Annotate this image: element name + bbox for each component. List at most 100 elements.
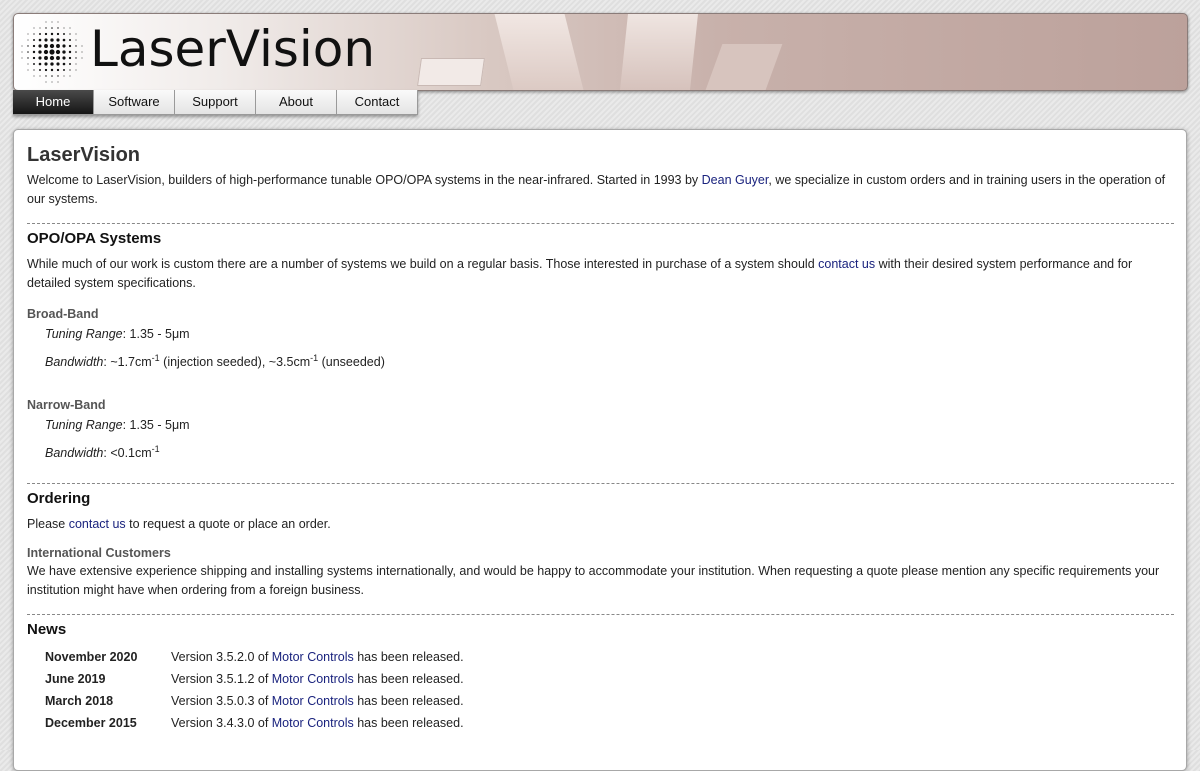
news-text-end: has been released. bbox=[353, 694, 464, 709]
narrowband-tuning: Tuning Range: 1.35 - 5μm bbox=[45, 416, 1174, 435]
main-nav: Home Software Support About Contact bbox=[13, 90, 418, 115]
logo-dot bbox=[75, 69, 77, 71]
nav-home[interactable]: Home bbox=[13, 90, 94, 115]
news-item: November 2020 Version 3.5.2.0 of Motor Co… bbox=[45, 646, 1174, 668]
content-panel: LaserVision Welcome to LaserVision, buil… bbox=[13, 129, 1187, 771]
logo-dot bbox=[56, 68, 60, 72]
logo-dot bbox=[62, 62, 66, 66]
news-date: December 2015 bbox=[45, 716, 137, 731]
tuning-value: : 1.35 - 5μm bbox=[122, 327, 190, 341]
motor-controls-link[interactable]: Motor Controls bbox=[272, 650, 354, 664]
logo-dot bbox=[21, 51, 23, 53]
logo-dot bbox=[49, 43, 55, 49]
logo-dot bbox=[51, 81, 53, 83]
dean-guyer-link[interactable]: Dean Guyer bbox=[702, 173, 769, 187]
logo-dot bbox=[81, 51, 83, 53]
motor-controls-link[interactable]: Motor Controls bbox=[272, 694, 354, 708]
bandwidth-value-1: : <0.1cm bbox=[103, 446, 152, 461]
news-item: March 2018 Version 3.5.0.3 of Motor Contr… bbox=[45, 690, 1174, 712]
logo-dot bbox=[69, 69, 71, 71]
logo-dot bbox=[43, 49, 49, 55]
ordering-heading: Ordering bbox=[27, 490, 91, 508]
news-text-end: has been released. bbox=[353, 672, 464, 687]
logo-dot bbox=[75, 45, 77, 47]
logo-dot bbox=[44, 32, 48, 36]
news-item: June 2019 Version 3.5.1.2 of Motor Contro… bbox=[45, 668, 1174, 690]
systems-text: While much of our work is custom there a… bbox=[27, 255, 1174, 293]
logo-dot bbox=[57, 75, 59, 77]
logo-dot bbox=[39, 75, 41, 77]
logo-dot bbox=[69, 33, 71, 35]
logo-dot bbox=[75, 51, 77, 53]
logo-dot bbox=[62, 44, 66, 48]
banner-crystal-4 bbox=[705, 44, 783, 90]
logo-dot bbox=[32, 50, 36, 54]
logo-dot bbox=[51, 21, 53, 23]
ordering-contact-link[interactable]: contact us bbox=[69, 517, 126, 531]
nav-about[interactable]: About bbox=[256, 90, 337, 115]
logo-dot bbox=[38, 44, 42, 48]
logo-dot bbox=[56, 62, 60, 66]
logo-dot bbox=[50, 38, 54, 42]
logo-dot bbox=[55, 49, 61, 55]
bandwidth-value-2: (injection seeded), ~3.5cm bbox=[159, 355, 311, 370]
logo-dot bbox=[75, 39, 77, 41]
logo-dot bbox=[33, 33, 35, 35]
bandwidth-value-3: (unseeded) bbox=[318, 355, 385, 370]
tuning-value: : 1.35 - 5μm bbox=[122, 418, 190, 433]
logo-dot bbox=[44, 56, 48, 60]
news-text-start: Version 3.5.0.3 of bbox=[171, 694, 272, 709]
nav-software[interactable]: Software bbox=[94, 90, 175, 115]
narrowband-bandwidth: Bandwidth: <0.1cm-1 bbox=[45, 440, 1174, 463]
logo-dot bbox=[21, 57, 23, 59]
logo-dot bbox=[50, 68, 54, 72]
systems-contact-link[interactable]: contact us bbox=[818, 257, 875, 271]
logo-dot bbox=[62, 38, 66, 42]
logo-dot bbox=[32, 56, 36, 60]
logo-dot bbox=[63, 27, 65, 29]
logo-dot bbox=[32, 44, 36, 48]
logo-dot bbox=[75, 33, 77, 35]
logo-dot bbox=[38, 56, 42, 60]
motor-controls-link[interactable]: Motor Controls bbox=[272, 716, 354, 730]
nav-support[interactable]: Support bbox=[175, 90, 256, 115]
logo-dot bbox=[69, 27, 71, 29]
brand-name: LaserVision bbox=[90, 20, 376, 78]
international-text: We have extensive experience shipping an… bbox=[27, 564, 1160, 598]
systems-heading: OPO/OPA Systems bbox=[27, 230, 162, 247]
logo-dot bbox=[33, 39, 35, 41]
logo-dot bbox=[50, 62, 54, 66]
intro-text: Welcome to LaserVision, builders of high… bbox=[27, 171, 1174, 209]
ordering-text-end: to request a quote or place an order. bbox=[125, 517, 331, 532]
logo-dot bbox=[27, 63, 29, 65]
news-text-start: Version 3.5.1.2 of bbox=[171, 672, 272, 687]
logo-dot bbox=[69, 63, 71, 65]
bandwidth-exponent-2: -1 bbox=[310, 353, 319, 363]
banner-crystal-1 bbox=[417, 58, 485, 86]
news-date: March 2018 bbox=[45, 694, 114, 709]
logo-dot bbox=[56, 38, 60, 42]
motor-controls-link[interactable]: Motor Controls bbox=[272, 672, 354, 686]
bandwidth-value-1: : ~1.7cm bbox=[103, 355, 152, 370]
news-date: June 2019 bbox=[45, 672, 106, 687]
logo-dot bbox=[51, 27, 53, 29]
news-heading: News bbox=[27, 621, 67, 639]
logo-dot bbox=[38, 38, 42, 42]
logo-dot bbox=[63, 33, 65, 35]
nav-contact[interactable]: Contact bbox=[337, 90, 418, 115]
news-date: November 2020 bbox=[45, 650, 138, 665]
ordering-text-start: Please bbox=[27, 517, 69, 532]
narrowband-heading: Narrow-Band bbox=[27, 398, 106, 413]
logo-dot bbox=[27, 51, 29, 53]
logo-dot bbox=[45, 27, 47, 29]
logo-dot bbox=[27, 57, 29, 59]
news-text: Version 3.5.1.2 of Motor Controls has be… bbox=[171, 668, 464, 690]
banner-crystal-3 bbox=[620, 14, 698, 90]
logo-dot bbox=[57, 21, 59, 23]
logo-dot bbox=[33, 27, 35, 29]
logo-dot bbox=[38, 50, 42, 54]
news-text-start: Version 3.4.3.0 of bbox=[171, 716, 272, 731]
logo-dot bbox=[49, 55, 55, 61]
logo-dot bbox=[81, 57, 83, 59]
logo-dot bbox=[45, 21, 47, 23]
